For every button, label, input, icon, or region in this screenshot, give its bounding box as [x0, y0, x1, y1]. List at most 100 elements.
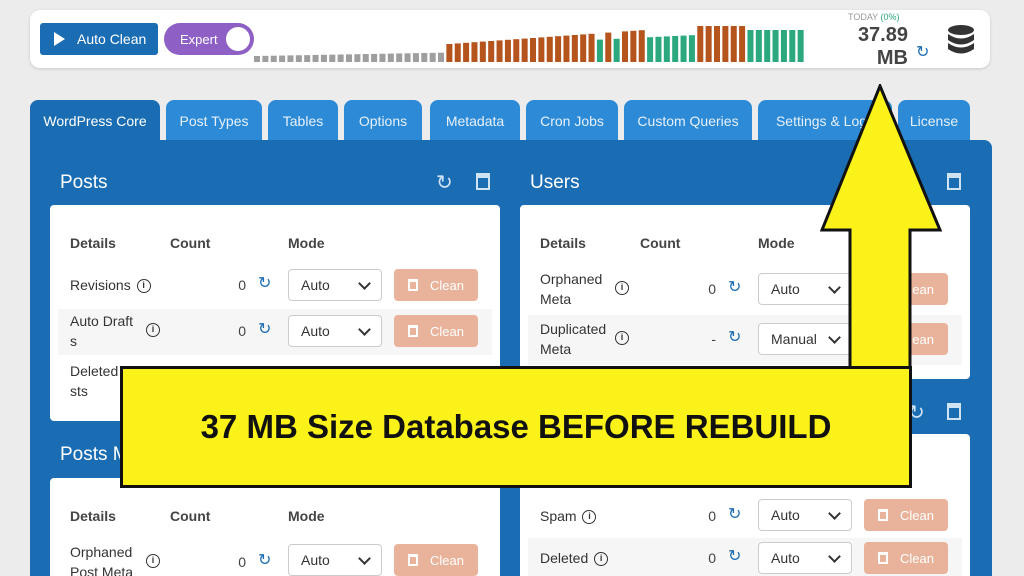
- history-bar: [396, 53, 403, 62]
- reset-count-icon[interactable]: ↻: [728, 546, 741, 566]
- history-bar: [371, 53, 378, 62]
- reset-count-icon[interactable]: ↻: [728, 504, 741, 524]
- expert-toggle[interactable]: Expert: [164, 23, 254, 55]
- auto-drafts-text: Auto Draft: [70, 313, 134, 329]
- history-bar: [295, 55, 302, 62]
- auto-drafts-text-2: s: [70, 333, 77, 349]
- tab-metadata[interactable]: Metadata: [430, 100, 520, 142]
- history-bar: [312, 54, 319, 62]
- history-bar: [638, 30, 645, 62]
- info-icon: i: [136, 279, 151, 294]
- reset-count-icon[interactable]: ↻: [258, 319, 271, 339]
- clean-label: Clean: [900, 550, 934, 566]
- reset-count-icon[interactable]: ↻: [728, 327, 741, 347]
- clean-label: Clean: [430, 277, 464, 293]
- deleted-clean-button[interactable]: Clean: [864, 542, 948, 574]
- spam-count: 0: [708, 508, 716, 524]
- mode-value: Auto: [301, 277, 330, 293]
- deleted-mode-select[interactable]: Auto: [758, 542, 852, 574]
- history-bar: [463, 42, 470, 62]
- auto-drafts-count: 0: [238, 323, 246, 339]
- history-bar: [387, 53, 394, 62]
- reset-icon[interactable]: ↻: [436, 170, 453, 195]
- row-label-spam: Spam i: [540, 506, 597, 526]
- tab-options[interactable]: Options: [344, 100, 422, 142]
- auto-drafts-mode-select[interactable]: Auto: [288, 315, 382, 347]
- tab-custom-queries[interactable]: Custom Queries: [624, 100, 752, 142]
- count-header: Count: [170, 235, 211, 251]
- orphaned-post-meta-text-2: Post Meta: [70, 564, 134, 576]
- history-bar: [438, 52, 445, 62]
- info-icon: i: [615, 331, 629, 345]
- tab-wordpress-core[interactable]: WordPress Core: [30, 100, 160, 142]
- revisions-text: Revisions: [70, 277, 131, 293]
- posts-meta-card: Details Count Mode Orphaned Post Meta i 0…: [50, 478, 500, 576]
- tab-tables[interactable]: Tables: [268, 100, 338, 142]
- history-bar: [663, 36, 670, 62]
- users-section-title: Users: [530, 172, 580, 193]
- revisions-mode-select[interactable]: Auto: [288, 269, 382, 301]
- history-bar: [346, 54, 353, 62]
- info-icon: i: [146, 554, 160, 568]
- history-bar: [588, 33, 595, 62]
- history-bar: [613, 38, 620, 62]
- history-bar: [630, 30, 637, 62]
- reset-count-icon[interactable]: ↻: [728, 277, 741, 297]
- spam-clean-button[interactable]: Clean: [864, 499, 948, 531]
- trash-icon[interactable]: [946, 172, 962, 196]
- history-bar: [622, 31, 629, 62]
- auto-drafts-clean-button[interactable]: Clean: [394, 315, 478, 347]
- trash-icon[interactable]: [475, 172, 491, 196]
- chevron-down-icon: [358, 552, 371, 565]
- tab-post-types[interactable]: Post Types: [166, 100, 262, 142]
- spam-mode-select[interactable]: Auto: [758, 499, 852, 531]
- orphaned-meta-count: 0: [708, 281, 716, 297]
- mode-header: Mode: [288, 235, 325, 251]
- orphaned-post-meta-clean-button[interactable]: Clean: [394, 544, 478, 576]
- mode-value: Auto: [771, 281, 800, 297]
- orphaned-post-meta-text: Orphaned: [70, 544, 133, 560]
- trash-icon[interactable]: [946, 402, 962, 426]
- history-bar: [471, 42, 478, 62]
- database-icon: [946, 24, 976, 63]
- history-bar: [730, 26, 737, 62]
- history-bar: [404, 53, 411, 62]
- count-header: Count: [170, 508, 211, 524]
- row-label-auto-drafts: Auto Draft s: [70, 311, 133, 351]
- history-bar: [488, 41, 495, 62]
- duplicated-meta-count: -: [711, 331, 716, 347]
- history-bar: [320, 54, 327, 62]
- history-bar: [571, 35, 578, 62]
- auto-clean-button[interactable]: Auto Clean: [40, 23, 158, 55]
- deleted-posts-text: Deleted: [70, 363, 119, 379]
- history-bar: [379, 53, 386, 62]
- history-bar: [513, 39, 520, 62]
- history-bar: [304, 55, 311, 62]
- mode-value: Auto: [301, 552, 330, 568]
- history-bar: [697, 26, 704, 62]
- reset-count-icon[interactable]: ↻: [258, 273, 271, 293]
- orphaned-post-meta-mode-select[interactable]: Auto: [288, 544, 382, 576]
- history-bar: [429, 52, 436, 62]
- spam-text: Spam: [540, 508, 577, 524]
- history-bar: [722, 26, 729, 62]
- chevron-down-icon: [358, 323, 371, 336]
- clean-label: Clean: [430, 552, 464, 568]
- history-bar: [270, 55, 277, 62]
- history-bar: [714, 26, 721, 62]
- clean-label: Clean: [900, 507, 934, 523]
- annotation-banner: 37 MB Size Database BEFORE REBUILD: [120, 366, 912, 488]
- row-label-orphaned-post-meta: Orphaned Post Meta: [70, 542, 133, 576]
- history-bar: [254, 56, 261, 62]
- row-label-deleted: Deleted i: [540, 548, 609, 568]
- details-header: Details: [70, 508, 116, 524]
- reset-count-icon[interactable]: ↻: [258, 550, 271, 570]
- revisions-clean-button[interactable]: Clean: [394, 269, 478, 301]
- history-bar: [772, 30, 779, 62]
- refresh-size-icon[interactable]: ↻: [916, 42, 929, 62]
- tab-cron-jobs[interactable]: Cron Jobs: [526, 100, 618, 142]
- revisions-count: 0: [238, 277, 246, 293]
- deleted-posts-text-2: sts: [70, 383, 88, 399]
- mode-value: Auto: [771, 507, 800, 523]
- posts-meta-section-title: Posts M: [60, 444, 129, 465]
